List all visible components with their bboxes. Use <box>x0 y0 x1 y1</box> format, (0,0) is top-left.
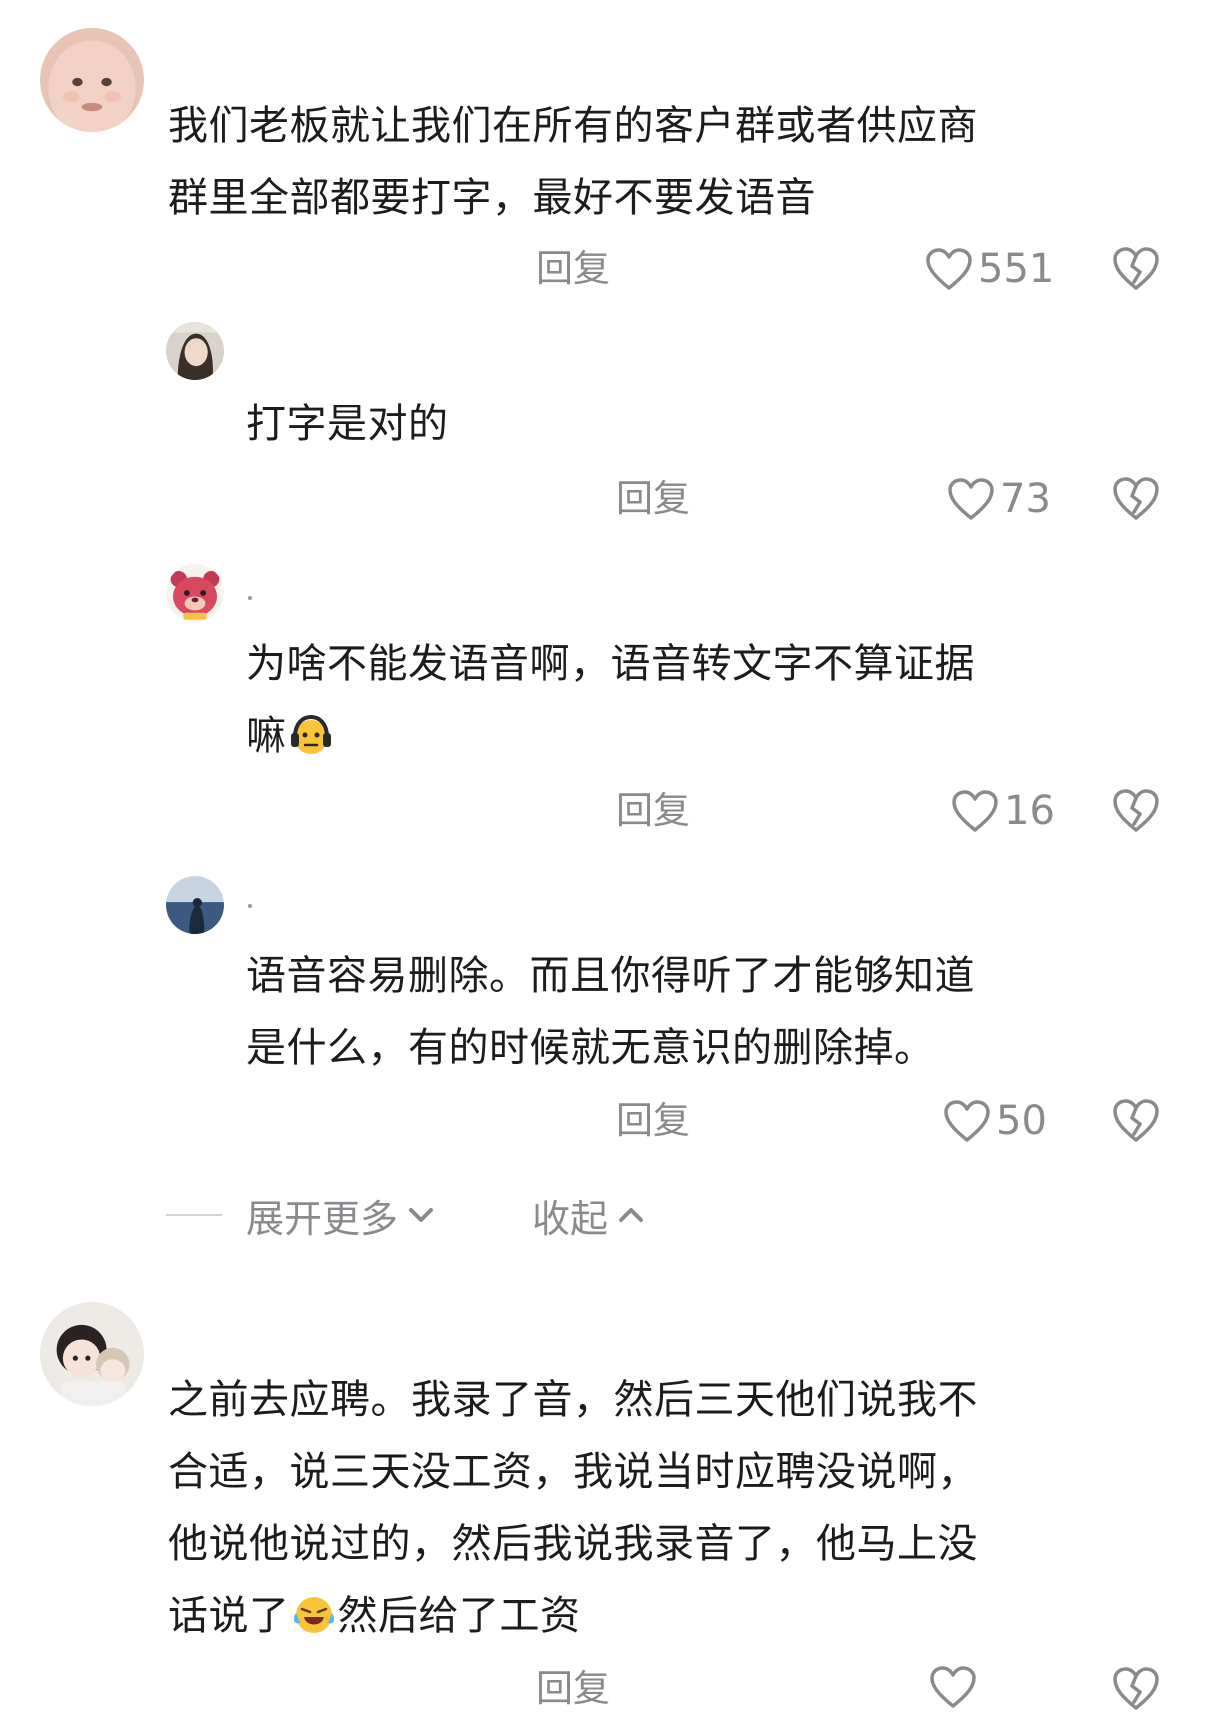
chevron-down-icon <box>409 1208 434 1222</box>
collapse-label: 收起 <box>532 1196 609 1241</box>
comment-line: 为啥不能发语音啊，语音转文字不算证据 <box>246 641 975 687</box>
dislike-button[interactable] <box>1110 1096 1162 1144</box>
heart-icon <box>930 1666 976 1708</box>
woman-photo-avatar-icon <box>166 322 224 380</box>
pink-bear-avatar-icon <box>166 564 224 622</box>
like-count: 50 <box>996 1098 1047 1144</box>
dislike-button[interactable] <box>1110 244 1162 292</box>
collapse-button[interactable]: 收起 <box>532 1188 646 1243</box>
reply-button[interactable]: 回复 <box>616 1096 690 1146</box>
like-count: 551 <box>978 246 1055 292</box>
avatar[interactable] <box>40 1302 144 1406</box>
comment-line-text: 话说了 <box>168 1593 290 1639</box>
divider-line <box>166 1214 222 1216</box>
comment-line: 话说了 然后给了工资 <box>168 1580 978 1652</box>
reply-button[interactable]: 回复 <box>616 474 690 524</box>
comment-line: 他说他说过的，然后我说我录音了，他马上没 <box>168 1521 978 1567</box>
chevron-up-icon <box>619 1208 644 1222</box>
comment-line: 是什么，有的时候就无意识的删除掉。 <box>246 1025 935 1071</box>
avatar[interactable] <box>166 564 224 622</box>
headphones-face-emoji <box>289 713 333 757</box>
comment-text: 我们老板就让我们在所有的客户群或者供应商 群里全部都要打字，最好不要发语音 <box>168 90 978 234</box>
like-button[interactable]: 50 <box>942 1096 1047 1146</box>
heart-icon <box>926 248 972 290</box>
avatar[interactable] <box>40 28 144 132</box>
seaside-photo-avatar-icon <box>166 876 224 934</box>
comment-line: 嘛 <box>246 700 975 772</box>
comment-text: 打字是对的 <box>246 388 449 460</box>
expand-more-label: 展开更多 <box>246 1196 399 1241</box>
comment-text: 语音容易删除。而且你得听了才能够知道 是什么，有的时候就无意识的删除掉。 <box>246 940 975 1084</box>
heart-icon <box>944 1100 990 1142</box>
broken-heart-icon <box>1113 247 1159 290</box>
divider-dot <box>248 596 252 600</box>
like-count: 16 <box>1004 788 1055 834</box>
reply-button[interactable]: 回复 <box>616 786 690 836</box>
like-button[interactable] <box>928 1664 978 1710</box>
reply-button[interactable]: 回复 <box>536 1664 610 1714</box>
comment-text: 为啥不能发语音啊，语音转文字不算证据 嘛 <box>246 628 975 772</box>
comment-text: 之前去应聘。我录了音，然后三天他们说我不 合适，说三天没工资，我说当时应聘没说啊… <box>168 1364 978 1652</box>
comment-line-text: 然后给了工资 <box>337 1593 581 1639</box>
dislike-button[interactable] <box>1110 1664 1162 1712</box>
avatar[interactable] <box>166 876 224 934</box>
broken-heart-icon <box>1113 477 1159 520</box>
cartoon-kids-avatar-icon <box>40 1302 144 1406</box>
heart-icon <box>952 790 998 832</box>
broken-heart-icon <box>1113 1667 1159 1710</box>
like-button[interactable]: 73 <box>946 474 1051 524</box>
like-count: 73 <box>1000 476 1051 522</box>
reply-button[interactable]: 回复 <box>536 244 610 294</box>
comment-line: 群里全部都要打字，最好不要发语音 <box>168 175 816 221</box>
laughing-crying-emoji <box>292 1593 336 1637</box>
broken-heart-icon <box>1113 789 1159 832</box>
comment-line: 语音容易删除。而且你得听了才能够知道 <box>246 953 975 999</box>
like-button[interactable]: 551 <box>924 244 1054 294</box>
dislike-button[interactable] <box>1110 474 1162 522</box>
broken-heart-icon <box>1113 1099 1159 1142</box>
thread-controls: 展开更多 收起 <box>166 1188 646 1243</box>
divider-dot <box>248 904 252 908</box>
comment-line-text: 嘛 <box>246 713 287 759</box>
heart-icon <box>948 478 994 520</box>
dislike-button[interactable] <box>1110 786 1162 834</box>
comment-line: 打字是对的 <box>246 401 449 447</box>
baby-face-avatar-icon <box>40 28 144 132</box>
like-button[interactable]: 16 <box>950 786 1055 836</box>
comment-line: 我们老板就让我们在所有的客户群或者供应商 <box>168 103 978 149</box>
comment-line: 之前去应聘。我录了音，然后三天他们说我不 <box>168 1377 978 1423</box>
avatar[interactable] <box>166 322 224 380</box>
comment-line: 合适，说三天没工资，我说当时应聘没说啊， <box>168 1449 978 1495</box>
expand-more-button[interactable]: 展开更多 <box>246 1188 436 1243</box>
